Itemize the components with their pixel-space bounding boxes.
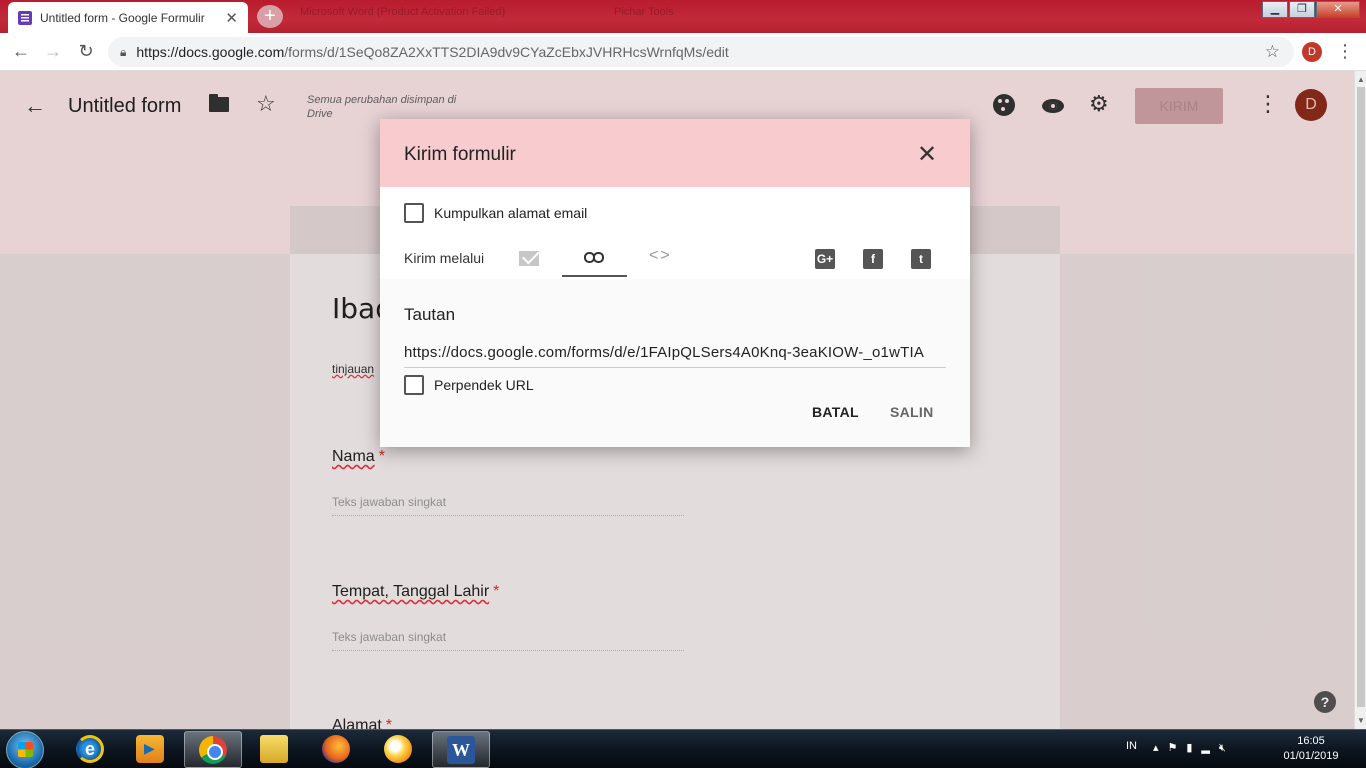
- collect-email-label: Kumpulkan alamat email: [434, 205, 588, 221]
- scrollbar-thumb[interactable]: [1357, 87, 1365, 707]
- folder-explorer-icon: [260, 735, 288, 763]
- windows-taskbar: e W IN ▴⚑▮▂🔇︎ 16:05 01/01/2019: [0, 729, 1366, 768]
- browser-tabstrip: Microsoft Word (Product Activation Faile…: [0, 0, 1366, 33]
- background-window-text-2: Pichar Tools: [614, 6, 674, 18]
- minimize-button[interactable]: ▁: [1262, 1, 1288, 18]
- window-close-button[interactable]: ✕: [1316, 1, 1360, 18]
- google-forms-favicon-icon: [18, 10, 32, 25]
- shorten-url-label: Perpendek URL: [434, 377, 534, 393]
- taskbar-file-explorer[interactable]: [246, 731, 304, 768]
- firefox-icon: [322, 735, 350, 763]
- embed-code-icon[interactable]: <>: [649, 247, 672, 265]
- taskbar-chrome[interactable]: [184, 731, 242, 768]
- send-form-dialog: Kirim formulir ✕ Kumpulkan alamat email …: [380, 119, 970, 447]
- lock-icon: 🔒︎: [120, 44, 127, 59]
- link-url-field[interactable]: https://docs.google.com/forms/d/e/1FAIpQ…: [404, 344, 946, 368]
- taskbar-firefox[interactable]: [308, 731, 366, 768]
- scroll-up-arrow-icon[interactable]: ▲: [1357, 75, 1365, 84]
- browser-toolbar: ← → ↻ 🔒︎ https://docs.google.com/forms/d…: [0, 33, 1366, 71]
- dialog-header: Kirim formulir ✕: [380, 119, 970, 187]
- chrome-icon: [199, 736, 227, 764]
- send-via-label: Kirim melalui: [404, 250, 485, 266]
- forward-arrow-icon[interactable]: →: [42, 41, 64, 62]
- scroll-down-arrow-icon[interactable]: ▼: [1357, 716, 1365, 725]
- background-window-text: Microsoft Word (Product Activation Faile…: [300, 6, 506, 18]
- copy-button[interactable]: SALIN: [890, 404, 934, 420]
- browser-menu-icon[interactable]: ⋮: [1336, 41, 1354, 62]
- page-scrollbar[interactable]: ▲ ▼: [1354, 71, 1366, 729]
- word-icon: W: [447, 736, 475, 764]
- link-section-title: Tautan: [404, 305, 456, 324]
- link-icon[interactable]: [584, 252, 604, 263]
- email-icon[interactable]: [519, 251, 539, 266]
- google-plus-icon[interactable]: G+: [815, 249, 835, 269]
- taskbar-word[interactable]: W: [432, 731, 490, 768]
- media-player-icon: [136, 735, 164, 763]
- start-button[interactable]: [6, 731, 44, 768]
- taskbar-app[interactable]: [370, 731, 428, 768]
- tray-icons[interactable]: ▴⚑▮▂🔇︎: [1153, 741, 1235, 755]
- back-arrow-icon[interactable]: ←: [10, 41, 32, 62]
- clock-time: 16:05: [1297, 735, 1325, 747]
- twitter-icon[interactable]: t: [911, 249, 931, 269]
- tab-close-icon[interactable]: ✕: [225, 9, 238, 27]
- restore-button[interactable]: ❐: [1289, 1, 1315, 18]
- bookmark-star-icon[interactable]: ☆: [1265, 42, 1280, 62]
- address-bar[interactable]: 🔒︎ https://docs.google.com/forms/d/1SeQo…: [108, 37, 1294, 67]
- taskbar-internet-explorer[interactable]: e: [62, 731, 120, 768]
- cancel-button[interactable]: BATAL: [812, 404, 859, 420]
- app-icon: [384, 735, 412, 763]
- shorten-url-checkbox[interactable]: [404, 375, 424, 395]
- address-url[interactable]: https://docs.google.com/forms/d/1SeQo8ZA…: [136, 44, 728, 60]
- browser-tab-active[interactable]: Untitled form - Google Formulir ✕: [8, 2, 248, 33]
- taskbar-clock[interactable]: 16:05 01/01/2019: [1280, 734, 1342, 764]
- dialog-close-icon[interactable]: ✕: [917, 140, 937, 169]
- window-controls: ▁ ❐ ✕: [1261, 1, 1360, 18]
- facebook-icon[interactable]: f: [863, 249, 883, 269]
- collect-email-checkbox[interactable]: [404, 203, 424, 223]
- new-tab-button[interactable]: +: [257, 5, 283, 28]
- reload-icon[interactable]: ↻: [75, 41, 97, 62]
- browser-profile-avatar[interactable]: D: [1302, 42, 1322, 62]
- internet-explorer-icon: e: [76, 735, 104, 763]
- taskbar-media-player[interactable]: [122, 731, 180, 768]
- clock-date: 01/01/2019: [1283, 750, 1339, 762]
- tab-title: Untitled form - Google Formulir: [40, 10, 205, 25]
- dialog-title: Kirim formulir: [404, 144, 516, 165]
- active-tab-indicator: [562, 275, 627, 277]
- language-indicator[interactable]: IN: [1126, 740, 1137, 752]
